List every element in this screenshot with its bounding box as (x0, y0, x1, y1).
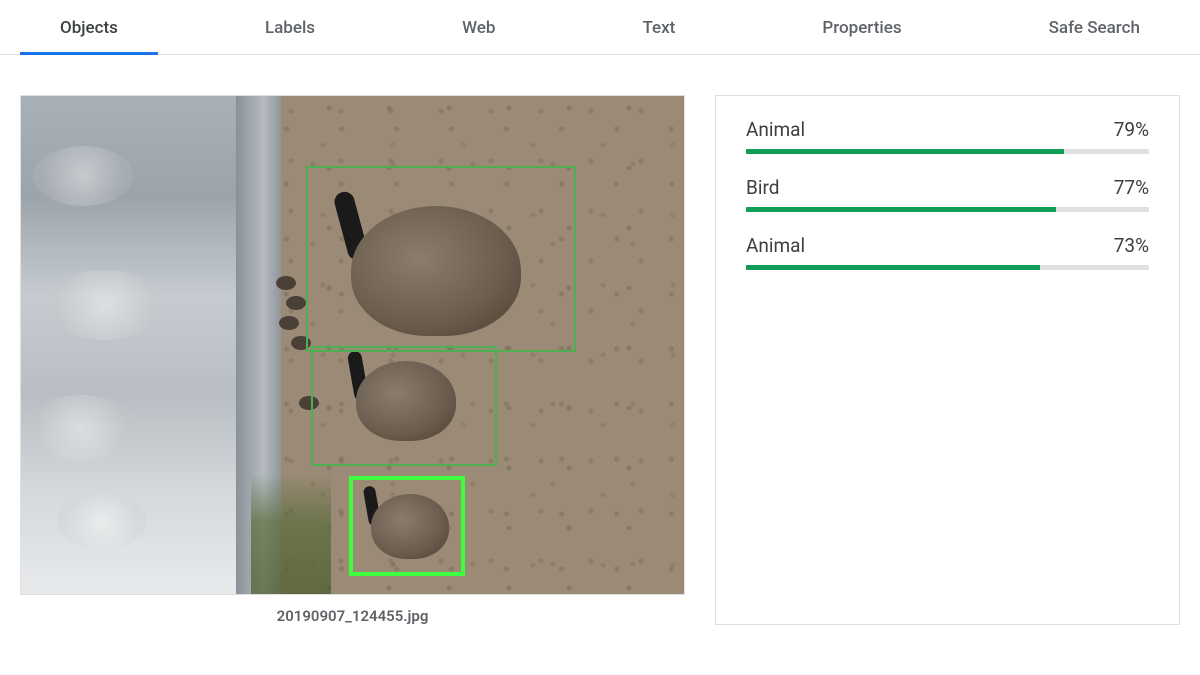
tab-safesearch[interactable]: Safe Search (1009, 0, 1180, 54)
bounding-box-selected[interactable] (349, 476, 465, 576)
bounding-box[interactable] (311, 346, 497, 466)
tab-text[interactable]: Text (602, 0, 715, 54)
confidence-bar-fill (746, 149, 1064, 154)
content-area: 20190907_124455.jpg Animal 79% Bird 77% … (0, 55, 1200, 625)
detection-score: 79% (1114, 118, 1149, 141)
tab-web[interactable]: Web (422, 0, 535, 54)
image-filename: 20190907_124455.jpg (20, 607, 685, 625)
analysis-image[interactable] (20, 95, 685, 595)
tab-objects[interactable]: Objects (20, 0, 158, 54)
detection-score: 77% (1114, 176, 1149, 199)
tab-labels[interactable]: Labels (225, 0, 355, 54)
tabs-bar: Objects Labels Web Text Properties Safe … (0, 0, 1200, 55)
confidence-bar (746, 207, 1149, 212)
confidence-bar (746, 149, 1149, 154)
tab-properties[interactable]: Properties (782, 0, 941, 54)
bounding-box[interactable] (306, 166, 576, 352)
detection-score: 73% (1114, 234, 1149, 257)
detection-row[interactable]: Animal 79% (746, 118, 1149, 154)
confidence-bar-fill (746, 207, 1056, 212)
confidence-bar (746, 265, 1149, 270)
detection-label: Animal (746, 234, 805, 257)
detection-row[interactable]: Animal 73% (746, 234, 1149, 270)
detection-row[interactable]: Bird 77% (746, 176, 1149, 212)
detections-panel: Animal 79% Bird 77% Animal 73% (715, 95, 1180, 625)
detection-label: Bird (746, 176, 779, 199)
image-panel: 20190907_124455.jpg (20, 95, 685, 625)
confidence-bar-fill (746, 265, 1040, 270)
detection-label: Animal (746, 118, 805, 141)
